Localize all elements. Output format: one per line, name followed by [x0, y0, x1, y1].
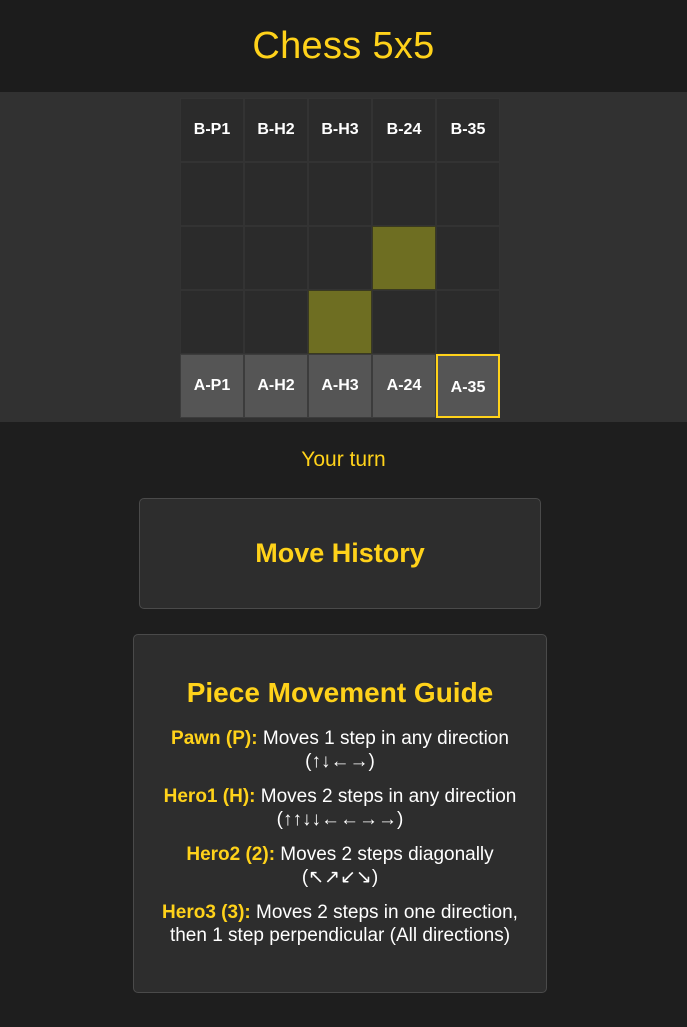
move-history-title: Move History [255, 538, 425, 568]
board-cell-1-3[interactable] [372, 162, 436, 226]
board-cell-1-0[interactable] [180, 162, 244, 226]
board-cell-2-0[interactable] [180, 226, 244, 290]
board-cell-3-2[interactable] [308, 290, 372, 354]
board-cell-2-4[interactable] [436, 226, 500, 290]
header: Chess 5x5 [0, 0, 687, 92]
board-cell-a-h2[interactable]: A-H2 [244, 354, 308, 418]
move-history-panel: Move History [139, 498, 541, 609]
board-cell-3-4[interactable] [436, 290, 500, 354]
board-cell-2-3[interactable] [372, 226, 436, 290]
rule-text: Moves 1 step in any direction (↑↓←→) [257, 728, 509, 772]
rule-name: Hero1 (H): [163, 786, 256, 807]
rule-name: Pawn (P): [171, 728, 258, 749]
board-cell-b-h3[interactable]: B-H3 [308, 98, 372, 162]
board-cell-1-2[interactable] [308, 162, 372, 226]
board-cell-a-p1[interactable]: A-P1 [180, 354, 244, 418]
board-cell-a-35[interactable]: A-35 [436, 354, 500, 418]
board-cell-1-1[interactable] [244, 162, 308, 226]
board-area: B-P1 B-H2 B-H3 B-24 B-35 A-P1 A-H2 A-H3 A-24 A-35 [0, 92, 687, 422]
board-cell-3-0[interactable] [180, 290, 244, 354]
board-cell-2-2[interactable] [308, 226, 372, 290]
rule-text: Moves 2 steps in any direction (↑↑↓↓←←→→… [255, 786, 517, 830]
page-title: Chess 5x5 [252, 24, 435, 67]
rule-name: Hero2 (2): [186, 844, 276, 865]
board-cell-1-4[interactable] [436, 162, 500, 226]
board-cell-2-1[interactable] [244, 226, 308, 290]
rule-hero2: Hero2 (2): Moves 2 steps diagonally (↖↗↙… [148, 843, 532, 889]
board-cell-3-3[interactable] [372, 290, 436, 354]
rule-hero1: Hero1 (H): Moves 2 steps in any directio… [148, 785, 532, 831]
rule-name: Hero3 (3): [162, 902, 251, 923]
board-cell-a-h3[interactable]: A-H3 [308, 354, 372, 418]
movement-guide-title: Piece Movement Guide [186, 677, 494, 708]
board-cell-b-35[interactable]: B-35 [436, 98, 500, 162]
rule-pawn: Pawn (P): Moves 1 step in any direction … [148, 727, 532, 773]
rule-hero3: Hero3 (3): Moves 2 steps in one directio… [148, 901, 532, 947]
board-cell-b-24[interactable]: B-24 [372, 98, 436, 162]
rule-text: Moves 2 steps diagonally (↖↗↙↘) [275, 844, 494, 888]
board-cell-a-24[interactable]: A-24 [372, 354, 436, 418]
movement-guide-panel: Piece Movement Guide Pawn (P): Moves 1 s… [133, 634, 547, 993]
chess-board: B-P1 B-H2 B-H3 B-24 B-35 A-P1 A-H2 A-H3 A-24 A-35 [180, 98, 500, 418]
board-cell-b-h2[interactable]: B-H2 [244, 98, 308, 162]
board-cell-3-1[interactable] [244, 290, 308, 354]
turn-status: Your turn [301, 448, 386, 471]
board-cell-b-p1[interactable]: B-P1 [180, 98, 244, 162]
